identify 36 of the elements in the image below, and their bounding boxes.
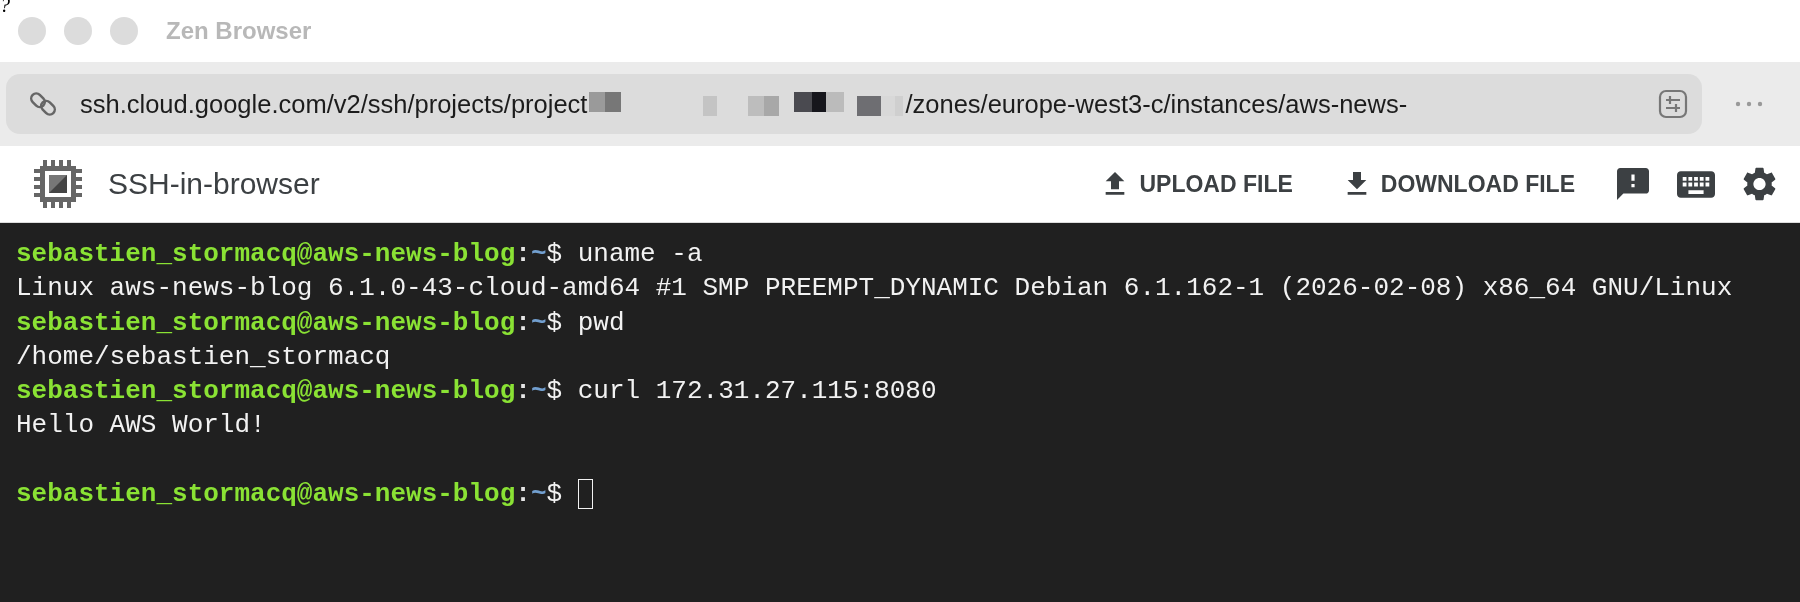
feedback-icon[interactable] xyxy=(1617,168,1649,200)
prompt-path: ~ xyxy=(530,238,547,271)
terminal[interactable] xyxy=(0,223,1800,602)
prompt-separator: : xyxy=(515,238,531,271)
command-text: curl 172.31.27.115:8080 xyxy=(577,375,937,409)
prompt-user-host: sebastien_stormacq@aws-news-blog xyxy=(16,306,516,340)
output-text: Hello AWS World! xyxy=(16,409,266,443)
output-text: /home/sebastien_stormacq xyxy=(16,340,391,374)
keyboard-icon[interactable] xyxy=(1677,170,1715,198)
app-title: SSH-in-browser xyxy=(108,167,320,201)
settings-icon[interactable] xyxy=(1743,167,1776,201)
command-text: pwd xyxy=(577,306,625,340)
more-icon[interactable] xyxy=(1734,100,1764,108)
prompt-path: ~ xyxy=(530,478,547,512)
sliders-icon[interactable] xyxy=(1658,89,1688,119)
prompt-user-host: sebastien_stormacq@aws-news-blog xyxy=(16,238,516,271)
prompt-symbol: $ xyxy=(546,478,563,512)
prompt-separator: : xyxy=(515,375,531,409)
prompt-symbol: $ xyxy=(546,375,563,409)
address-bar[interactable]: ssh.cloud.google.com/v2/ssh/projects/project /zones/europe-west3-c/instances/aws-news- xyxy=(6,74,1702,134)
window-title: Zen Browser xyxy=(166,17,312,45)
prompt-user-host: sebastien_stormacq@aws-news-blog xyxy=(16,478,516,512)
url-text: /zones/europe-west3-c/instances/aws-news- xyxy=(905,89,1408,119)
link-icon xyxy=(28,89,58,119)
prompt-path: ~ xyxy=(530,306,547,340)
prompt-path: ~ xyxy=(530,375,547,409)
prompt-symbol: $ xyxy=(546,238,563,271)
prompt-separator: : xyxy=(515,478,531,512)
download-file-button[interactable]: DOWNLOAD FILE xyxy=(1334,162,1581,206)
prompt-user-host: sebastien_stormacq@aws-news-blog xyxy=(16,375,516,409)
prompt-separator: : xyxy=(515,306,531,340)
upload-file-button[interactable]: UPLOAD FILE xyxy=(1093,162,1299,206)
command-text: uname -a xyxy=(577,238,703,271)
url-text: ssh.cloud.google.com/v2/ssh/projects/project xyxy=(80,89,588,119)
output-text: Linux aws-news-blog 6.1.0-43-cloud-amd64 #1 SMP PREEMPT_DYNAMIC Debian 6.1.162-1 (2026-02-08) x86_64 GNU/Linux xyxy=(16,272,1733,306)
prompt-symbol: $ xyxy=(546,306,563,340)
